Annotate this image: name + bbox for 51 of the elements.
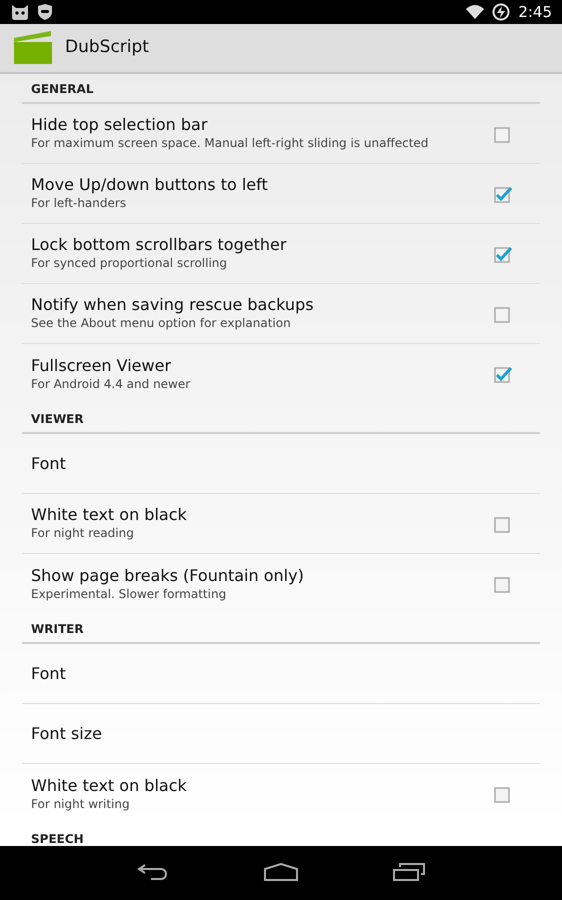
clapperboard-icon [13, 30, 53, 66]
cat-face-icon [10, 4, 30, 20]
preference-row[interactable]: Font [22, 434, 540, 494]
section-header: WRITER [22, 614, 540, 644]
preference-title: Show page breaks (Fountain only) [31, 566, 305, 585]
preference-summary: See the About menu option for explanation [31, 316, 292, 332]
preference-row[interactable]: White text on black For night reading [22, 494, 540, 554]
checkbox[interactable] [494, 184, 512, 202]
preference-title: White text on black [31, 505, 188, 524]
preference-row[interactable]: Fullscreen Viewer For Android 4.4 and newer [22, 344, 540, 404]
preference-summary: For maximum screen space. Manual left-right sliding is unaffected [31, 136, 430, 152]
preference-row[interactable]: White text on black For night writing [22, 764, 540, 824]
preference-summary: For night writing [31, 796, 131, 812]
preference-summary: For left-handers [31, 196, 128, 212]
preference-row[interactable]: Move Up/down buttons to left For left-handers [22, 164, 540, 224]
checkbox[interactable] [494, 785, 512, 803]
preference-summary: For Android 4.4 and newer [31, 376, 192, 392]
preference-title: Hide top selection bar [31, 115, 208, 134]
clock-time: 2:45 [518, 2, 552, 23]
preference-summary: For night reading [31, 526, 135, 542]
preference-row[interactable]: Font size [22, 704, 540, 764]
shield-icon [38, 4, 52, 20]
preference-title: Notify when saving rescue backups [31, 295, 315, 314]
preference-row[interactable]: Show page breaks (Fountain only) Experimental. Slower formatting [22, 554, 540, 614]
preference-row[interactable]: Notify when saving rescue backups See the About menu option for explanation [22, 284, 540, 344]
preference-title: Font [31, 664, 67, 684]
preference-row[interactable]: Font [22, 644, 540, 704]
checkbox[interactable] [494, 365, 512, 383]
preference-row[interactable]: Hide top selection bar For maximum screen space. Manual left-right sliding is unaffected [22, 104, 540, 164]
preference-title: Move Up/down buttons to left [31, 175, 269, 194]
preference-title: White text on black [31, 776, 188, 795]
section-header: VIEWER [22, 404, 540, 434]
preference-title: Font [31, 454, 67, 474]
preference-title: Fullscreen Viewer [31, 356, 172, 375]
preference-summary: For synced proportional scrolling [31, 256, 228, 272]
battery-charging-icon [492, 3, 510, 21]
preference-row[interactable]: Lock bottom scrollbars together For synced proportional scrolling [22, 224, 540, 284]
wifi-icon [466, 5, 484, 19]
preference-title: Lock bottom scrollbars together [31, 235, 288, 254]
checkbox[interactable] [494, 124, 512, 142]
checkbox[interactable] [494, 244, 512, 262]
checkbox[interactable] [494, 304, 512, 322]
section-header: GENERAL [22, 74, 540, 104]
preference-summary: Experimental. Slower formatting [31, 586, 228, 602]
checkbox[interactable] [494, 514, 512, 532]
back-icon[interactable] [137, 863, 169, 881]
checkbox[interactable] [494, 575, 512, 593]
recent-apps-icon[interactable] [393, 863, 425, 881]
home-icon[interactable] [264, 863, 298, 881]
preference-title: Font size [31, 724, 103, 744]
app-title: DubScript [65, 36, 149, 60]
